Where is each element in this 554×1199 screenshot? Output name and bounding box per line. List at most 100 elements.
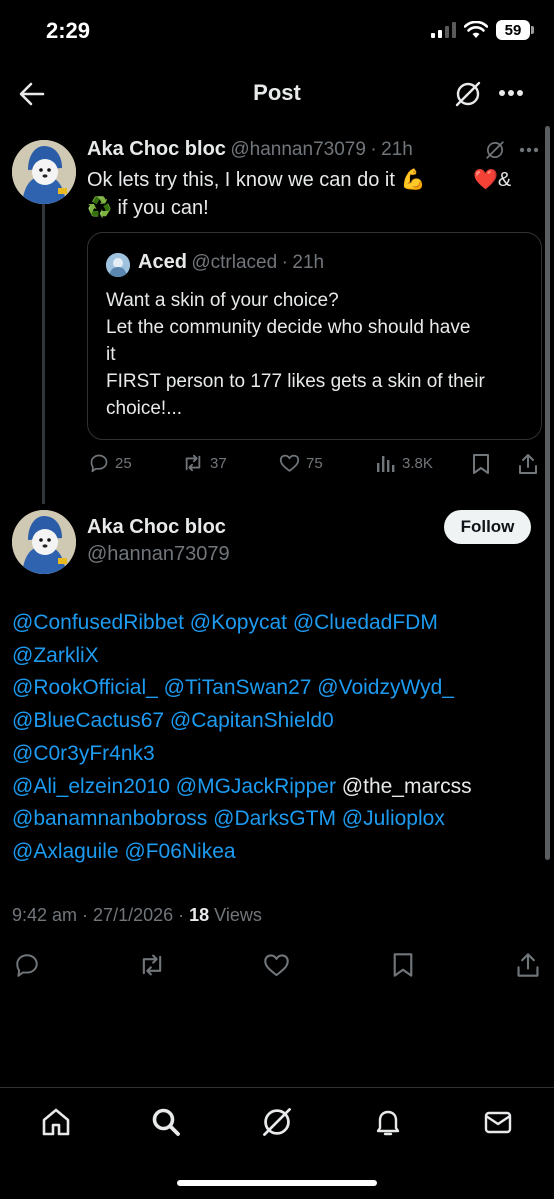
repost-icon: [142, 954, 162, 976]
post-text-line: @Ali_elzein2010 @MGJackRipper @the_marcs…: [12, 771, 542, 804]
reply-button[interactable]: 25: [89, 453, 132, 473]
mention-link[interactable]: @banamnanbobross: [12, 807, 207, 830]
mention-link[interactable]: @RookOfficial_: [12, 676, 158, 699]
post-text-line-1-end: ❤️&: [473, 169, 512, 191]
quoted-post-text: Want a skin of your choice? Let the comm…: [106, 287, 531, 422]
quoted-text-line: Want a skin of your choice?: [106, 290, 339, 311]
author-handle[interactable]: @hannan73079: [230, 139, 366, 160]
avatar-image: [12, 140, 76, 204]
quoted-post-time: 21h: [292, 252, 325, 273]
share-button[interactable]: [518, 453, 538, 475]
mention-link[interactable]: @BlueCactus67: [12, 709, 164, 732]
follow-button[interactable]: Follow: [444, 510, 531, 544]
quoted-avatar-image: [106, 253, 130, 277]
status-time: 2:29: [46, 18, 91, 43]
separator: ·: [77, 905, 94, 925]
post-text-line-1: Ok lets try this, I know we can do it 💪: [87, 169, 426, 191]
parent-more-button[interactable]: [519, 147, 539, 153]
mention-link[interactable]: @TiTanSwan27: [164, 676, 312, 699]
separator: ·: [281, 252, 288, 273]
mention-link[interactable]: @CluedadFDM: [293, 611, 438, 634]
post-text-line: @ZarkliX: [12, 640, 542, 673]
heart-icon: [279, 454, 300, 472]
post-date: 27/1/2026: [93, 905, 174, 925]
quoted-author: Aced @ctrlaced · 21h: [138, 251, 324, 274]
nav-grok[interactable]: [261, 1106, 293, 1138]
more-icon: [519, 147, 539, 153]
repost-icon: [185, 454, 201, 472]
bookmark-icon: [473, 454, 489, 474]
repost-count: 37: [210, 454, 227, 472]
grok-icon: [455, 81, 481, 107]
quoted-post-card[interactable]: Aced @ctrlaced · 21h Want a skin of your…: [87, 232, 542, 440]
parent-author: Aka Choc bloc @hannan73079 · 21h: [87, 138, 413, 161]
views-button[interactable]: 3.8K: [376, 453, 433, 473]
quoted-author-avatar[interactable]: [106, 253, 130, 277]
share-icon: [517, 953, 539, 977]
author-handle[interactable]: @hannan73079: [87, 543, 230, 566]
avatar[interactable]: [12, 140, 76, 204]
bookmark-icon: [393, 953, 413, 977]
scrollbar[interactable]: [545, 126, 550, 860]
quoted-text-line: Let the community decide who should have: [106, 317, 471, 338]
views-count: 3.8K: [402, 454, 433, 472]
views-count: 18: [189, 905, 210, 925]
separator: ·: [173, 905, 190, 925]
quoted-author-handle[interactable]: @ctrlaced: [191, 252, 277, 273]
home-icon: [42, 1108, 70, 1136]
reply-count: 25: [115, 454, 132, 472]
more-options-button[interactable]: [498, 89, 524, 97]
mention-link[interactable]: @Julioplox: [342, 807, 445, 830]
mention-link[interactable]: @MGJackRipper: [176, 775, 336, 798]
search-icon: [152, 1108, 180, 1136]
nav-notifications[interactable]: [372, 1106, 404, 1138]
bell-icon: [376, 1110, 400, 1136]
reply-button[interactable]: [14, 952, 40, 978]
post-text-line: @C0r3yFr4nk3: [12, 738, 542, 771]
post-text-line: @banamnanbobross @DarksGTM @Julioplox: [12, 803, 542, 836]
mention-link[interactable]: @ZarkliX: [12, 644, 99, 667]
mention-link[interactable]: @Ali_elzein2010: [12, 775, 170, 798]
post-text-line: @ConfusedRibbet @Kopycat @CluedadFDM: [12, 607, 542, 640]
bookmark-button[interactable]: [392, 952, 414, 978]
avatar[interactable]: [12, 510, 76, 574]
quoted-text-line: it: [106, 344, 116, 365]
reply-icon: [90, 454, 108, 473]
share-button[interactable]: [516, 952, 540, 978]
nav-messages[interactable]: [482, 1106, 514, 1138]
mention-link[interactable]: @Axlaguile: [12, 840, 119, 863]
mention-link[interactable]: @C0r3yFr4nk3: [12, 742, 155, 765]
like-button[interactable]: [263, 952, 290, 978]
post-text-line: @RookOfficial_ @TiTanSwan27 @VoidzyWyd_: [12, 672, 542, 705]
post-time[interactable]: 21h: [381, 139, 413, 160]
mention-link[interactable]: @F06Nikea: [124, 840, 235, 863]
post-meta: 9:42 am · 27/1/2026 · 18 Views: [12, 905, 262, 926]
mention-text: @the_marcss: [341, 774, 472, 798]
author-name[interactable]: Aka Choc bloc: [87, 138, 226, 160]
parent-grok-button[interactable]: [485, 140, 505, 160]
mention-link[interactable]: @VoidzyWyd_: [317, 676, 454, 699]
battery-level: 59: [504, 21, 522, 39]
like-button[interactable]: 75: [279, 453, 323, 473]
author-name[interactable]: Aka Choc bloc: [87, 516, 226, 539]
grok-icon: [263, 1108, 291, 1136]
bookmark-button[interactable]: [472, 453, 490, 475]
nav-home[interactable]: [40, 1106, 72, 1138]
mention-link[interactable]: @ConfusedRibbet: [12, 611, 184, 634]
more-icon: [499, 90, 523, 96]
quoted-author-name[interactable]: Aced: [138, 251, 187, 273]
grok-button[interactable]: [454, 80, 482, 108]
post-text-line: @Axlaguile @F06Nikea: [12, 836, 542, 869]
mention-link[interactable]: @DarksGTM: [213, 807, 336, 830]
home-indicator[interactable]: [177, 1180, 377, 1186]
mention-link[interactable]: @Kopycat: [190, 611, 287, 634]
heart-icon: [264, 954, 289, 977]
views-label: Views: [209, 905, 262, 925]
nav-search[interactable]: [150, 1106, 182, 1138]
quoted-text-line: choice!...: [106, 398, 183, 419]
repost-button[interactable]: 37: [182, 453, 227, 473]
repost-button[interactable]: [138, 952, 166, 978]
post-text: @ConfusedRibbet @Kopycat @CluedadFDM @Zar…: [12, 607, 542, 869]
mention-link[interactable]: @CapitanShield0: [170, 709, 334, 732]
post-text-line: @BlueCactus67 @CapitanShield0: [12, 705, 542, 738]
